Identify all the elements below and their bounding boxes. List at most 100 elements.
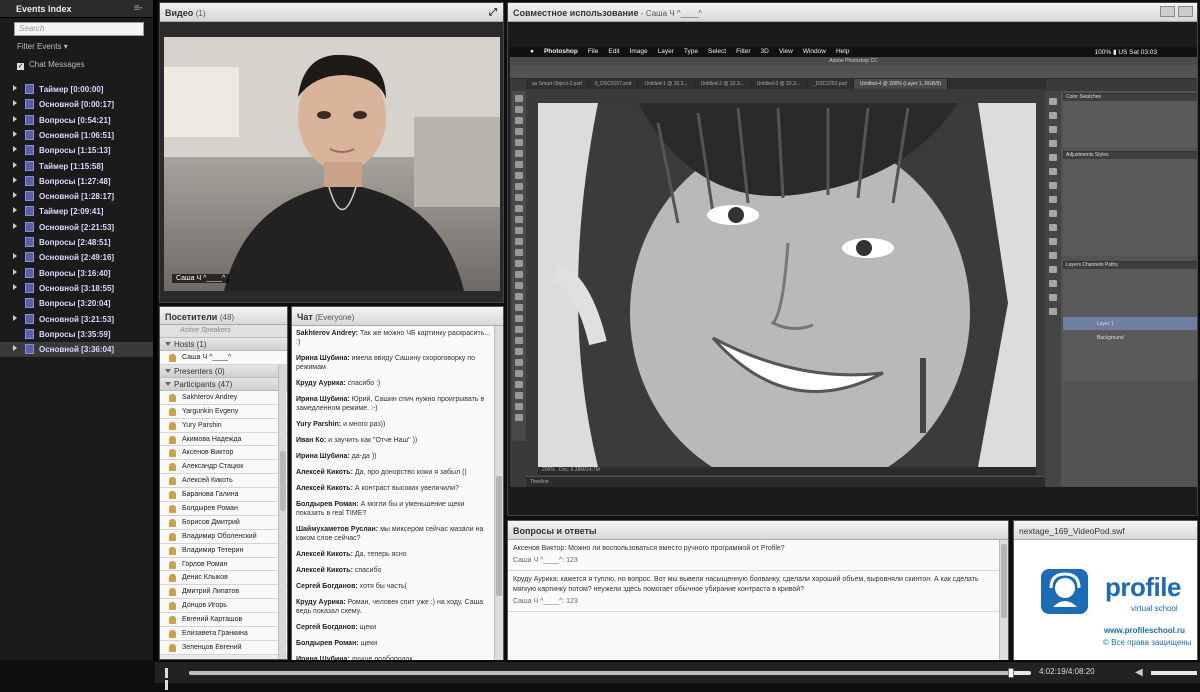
qa-scrollbar[interactable]: [999, 540, 1008, 660]
hosts-section[interactable]: Hosts (1): [160, 338, 287, 351]
pause-button[interactable]: [165, 668, 173, 690]
share-title-text: Совместное использование: [513, 8, 639, 18]
participant-row[interactable]: Болдырев Роман: [160, 502, 287, 516]
chat-text: Да, теперь ясно: [354, 551, 407, 558]
event-item[interactable]: Вопросы [3:35:59]: [0, 327, 153, 342]
user-icon: [169, 463, 176, 472]
presenters-section[interactable]: Presenters (0): [160, 364, 287, 378]
event-item[interactable]: Вопросы [3:16:40]: [0, 266, 153, 281]
chat-scrollbar[interactable]: [494, 326, 503, 660]
scroll-thumb[interactable]: [280, 451, 286, 511]
panel-menu-icon[interactable]: ≡·: [134, 3, 143, 14]
participant-row[interactable]: Зеленцов Евгений: [160, 640, 287, 655]
chat-message: Иван Ко: и заучить как "Отче Наш" )): [296, 436, 491, 445]
participant-row[interactable]: Баранова Галина: [160, 488, 287, 503]
qa-item[interactable]: Круду Аурика: кажется я туплю, но вопрос…: [508, 571, 999, 612]
expand-arrow-icon[interactable]: [13, 268, 17, 275]
event-item[interactable]: Основной [3:18:55]: [0, 281, 153, 296]
participant-row[interactable]: Владимир Оболенский: [160, 529, 287, 544]
event-item[interactable]: Таймер [2:09:41]: [0, 204, 153, 219]
expand-arrow-icon[interactable]: [13, 130, 17, 137]
scroll-thumb[interactable]: [496, 476, 502, 596]
volume-slider[interactable]: [1151, 671, 1197, 675]
participant-row[interactable]: Денис Клыков: [160, 571, 287, 586]
expand-arrow-icon[interactable]: [13, 176, 17, 183]
event-item[interactable]: Основной [2:21:53]: [0, 220, 153, 235]
participant-row[interactable]: Акимова Надежда: [160, 432, 287, 447]
event-item[interactable]: Вопросы [1:15:13]: [0, 143, 153, 158]
seek-bar[interactable]: [189, 668, 1031, 678]
participant-row[interactable]: Донцов Игорь: [160, 599, 287, 614]
attendees-pod: Посетители (48) Active Speakers Hosts (1…: [159, 306, 288, 660]
ps-panel-icon: [1049, 98, 1057, 105]
participant-row[interactable]: Yargunkin Evgeny: [160, 404, 287, 419]
chat-text: спасибо :): [347, 380, 381, 387]
event-icon: [25, 344, 34, 355]
scroll-thumb[interactable]: [1001, 544, 1007, 618]
event-item[interactable]: Таймер [0:00:00]: [0, 82, 153, 97]
expand-arrow-icon[interactable]: [13, 207, 17, 214]
event-item[interactable]: Основной [1:28:17]: [0, 189, 153, 204]
event-item[interactable]: Вопросы [2:48:51]: [0, 235, 153, 250]
expand-arrow-icon[interactable]: [13, 222, 17, 229]
expand-arrow-icon[interactable]: [13, 100, 17, 107]
event-item[interactable]: Основной [3:21:53]: [0, 312, 153, 327]
event-item[interactable]: Таймер [1:15:58]: [0, 159, 153, 174]
volume-icon[interactable]: ◀: [1135, 667, 1143, 678]
brand-url[interactable]: www.profileschool.ru: [1104, 626, 1185, 635]
expand-arrow-icon[interactable]: [13, 314, 17, 321]
event-item[interactable]: Основной [3:36:04]: [0, 342, 153, 358]
participant-row[interactable]: Аксенов Виктор: [160, 446, 287, 461]
attendees-scrollbar[interactable]: [278, 365, 286, 659]
chat-messages-checkbox[interactable]: ✓ Chat Messages: [17, 60, 85, 70]
participant-row[interactable]: Владимир Тетерин: [160, 543, 287, 558]
fit-view-button[interactable]: [1160, 6, 1175, 17]
headset-icon: [1049, 572, 1081, 607]
event-item[interactable]: Вопросы [1:27:48]: [0, 174, 153, 189]
expand-arrow-icon[interactable]: [13, 161, 17, 168]
ps-menu-item: Window: [802, 48, 826, 55]
participant-row[interactable]: Александр Стацюк: [160, 460, 287, 475]
event-label: Основной [3:36:04]: [39, 345, 115, 355]
participant-row[interactable]: Дмитрий Липатов: [160, 585, 287, 600]
checkbox-icon[interactable]: ✓: [17, 63, 24, 70]
collapse-handle[interactable]: [153, 0, 157, 660]
ps-tool-icon: [515, 392, 523, 399]
expand-arrow-icon[interactable]: [13, 192, 17, 199]
expand-arrow-icon[interactable]: [13, 146, 17, 153]
event-icon: [25, 206, 34, 217]
expand-arrow-icon[interactable]: [13, 345, 17, 352]
event-item[interactable]: Основной [1:06:51]: [0, 128, 153, 143]
host-row[interactable]: Саша Ч ^____^: [160, 351, 287, 365]
event-label: Основной [1:28:17]: [39, 192, 115, 202]
event-item[interactable]: Вопросы [0:54:21]: [0, 113, 153, 128]
qa-item[interactable]: Аксенов Виктор: Можно ли воспользоваться…: [508, 540, 999, 571]
participant-row[interactable]: Евгений Карташов: [160, 613, 287, 628]
seek-handle[interactable]: [1007, 668, 1014, 678]
ps-panel-icon: [1049, 308, 1057, 315]
ps-panel: Adjustments Styles: [1063, 151, 1197, 256]
participant-row[interactable]: Yury Parshin: [160, 418, 287, 433]
playback-time: 4:02:19/4:08:20: [1039, 667, 1095, 676]
event-item[interactable]: Вопросы [3:20:04]: [0, 296, 153, 311]
ps-tool-icon: [515, 359, 523, 366]
participant-row[interactable]: Борисов Дмитрий: [160, 515, 287, 530]
qa-question: Аксенов Виктор: Можно ли воспользоваться…: [513, 545, 785, 552]
expand-arrow-icon[interactable]: [13, 115, 17, 122]
participant-row[interactable]: Елизавета Гранкина: [160, 627, 287, 641]
event-item[interactable]: Основной [2:49:16]: [0, 250, 153, 265]
expand-arrow-icon[interactable]: [13, 253, 17, 260]
search-input[interactable]: Search: [14, 22, 144, 36]
expand-arrow-icon[interactable]: [13, 283, 17, 290]
expand-arrow-icon[interactable]: [13, 85, 17, 91]
filter-events-dropdown[interactable]: Filter Events ▾: [17, 42, 68, 51]
participants-section[interactable]: Participants (47): [160, 377, 287, 391]
fullscreen-button[interactable]: [1178, 6, 1193, 17]
playback-bar: 4:02:19/4:08:20 ◀: [155, 661, 1200, 690]
event-item[interactable]: Основной [0:00:17]: [0, 97, 153, 112]
ps-tool-icon: [515, 249, 523, 256]
participant-row[interactable]: Горлов Роман: [160, 557, 287, 572]
participant-row[interactable]: Sakhterov Andrey: [160, 390, 287, 405]
fullscreen-icon[interactable]: ⤢: [489, 7, 497, 18]
participant-row[interactable]: Алексей Кикоть: [160, 474, 287, 489]
